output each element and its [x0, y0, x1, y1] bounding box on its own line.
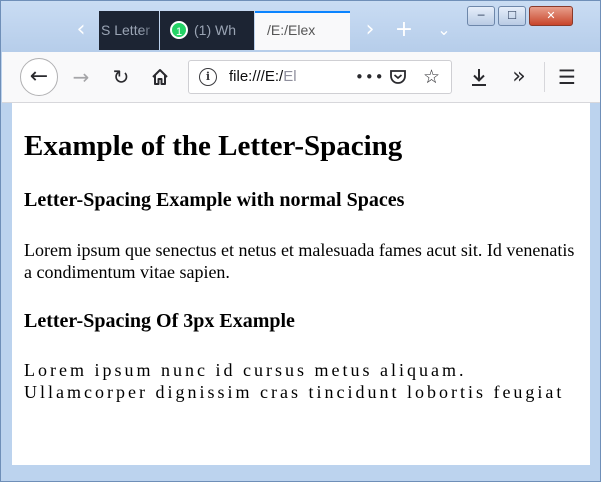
tab-strip: ‹ S Letter 1 (1) Wh /E:/Elex › + ⌄ ─ ☐ ✕ — [1, 1, 600, 52]
section-heading-3px: Letter-Spacing Of 3px Example — [24, 310, 295, 332]
url-text[interactable]: file:///E:/El — [229, 61, 339, 93]
info-icon[interactable]: i — [199, 68, 217, 86]
back-button[interactable]: ← — [20, 58, 58, 96]
paragraph-3px-spacing: Lorem ipsum nunc id cursus metus aliquam… — [24, 360, 565, 402]
browser-window: ‹ S Letter 1 (1) Wh /E:/Elex › + ⌄ ─ ☐ ✕ … — [0, 0, 601, 482]
tab-scroll-right-icon[interactable]: › — [355, 11, 385, 49]
maximize-button[interactable]: ☐ — [498, 6, 526, 26]
navigation-toolbar: ← → ↻ i file:///E:/El ••• ☆ » ☰ — [2, 52, 600, 103]
tab-whatsapp[interactable]: 1 (1) Wh — [160, 11, 254, 50]
pocket-icon[interactable] — [389, 61, 407, 93]
paragraph-normal-spacing: Lorem ipsum que senectus et netus et mal… — [24, 240, 575, 282]
url-bar[interactable]: i file:///E:/El ••• ☆ — [188, 60, 452, 94]
tab-active-file[interactable]: /E:/Elex — [255, 11, 350, 50]
hamburger-menu-icon[interactable]: ☰ — [550, 60, 584, 94]
bookmark-star-icon[interactable]: ☆ — [423, 61, 440, 93]
page-title: Example of the Letter-Spacing — [24, 130, 403, 162]
tab-label: (1) Wh — [194, 22, 236, 38]
tab-list-chevron-down-icon[interactable]: ⌄ — [429, 11, 459, 49]
new-tab-icon[interactable]: + — [389, 11, 419, 49]
close-button[interactable]: ✕ — [529, 6, 573, 26]
whatsapp-icon: 1 — [170, 21, 188, 40]
overflow-chevron-icon[interactable]: » — [502, 60, 536, 94]
window-controls: ─ ☐ ✕ — [467, 6, 576, 28]
downloads-icon[interactable] — [462, 60, 496, 94]
tab-letter[interactable]: S Letter — [99, 11, 159, 50]
tab-scroll-left-icon[interactable]: ‹ — [67, 11, 95, 49]
section-heading-normal: Letter-Spacing Example with normal Space… — [24, 189, 405, 211]
window-bottom-border — [1, 465, 600, 481]
forward-button[interactable]: → — [64, 60, 98, 94]
reload-icon[interactable]: ↻ — [104, 60, 138, 94]
minimize-button[interactable]: ─ — [467, 6, 495, 26]
home-icon[interactable] — [143, 60, 177, 94]
page-actions-icon[interactable]: ••• — [355, 61, 385, 93]
page-content: Example of the Letter-Spacing Letter-Spa… — [12, 103, 590, 465]
tab-label: /E:/Elex — [267, 22, 316, 38]
toolbar-divider — [544, 62, 545, 92]
